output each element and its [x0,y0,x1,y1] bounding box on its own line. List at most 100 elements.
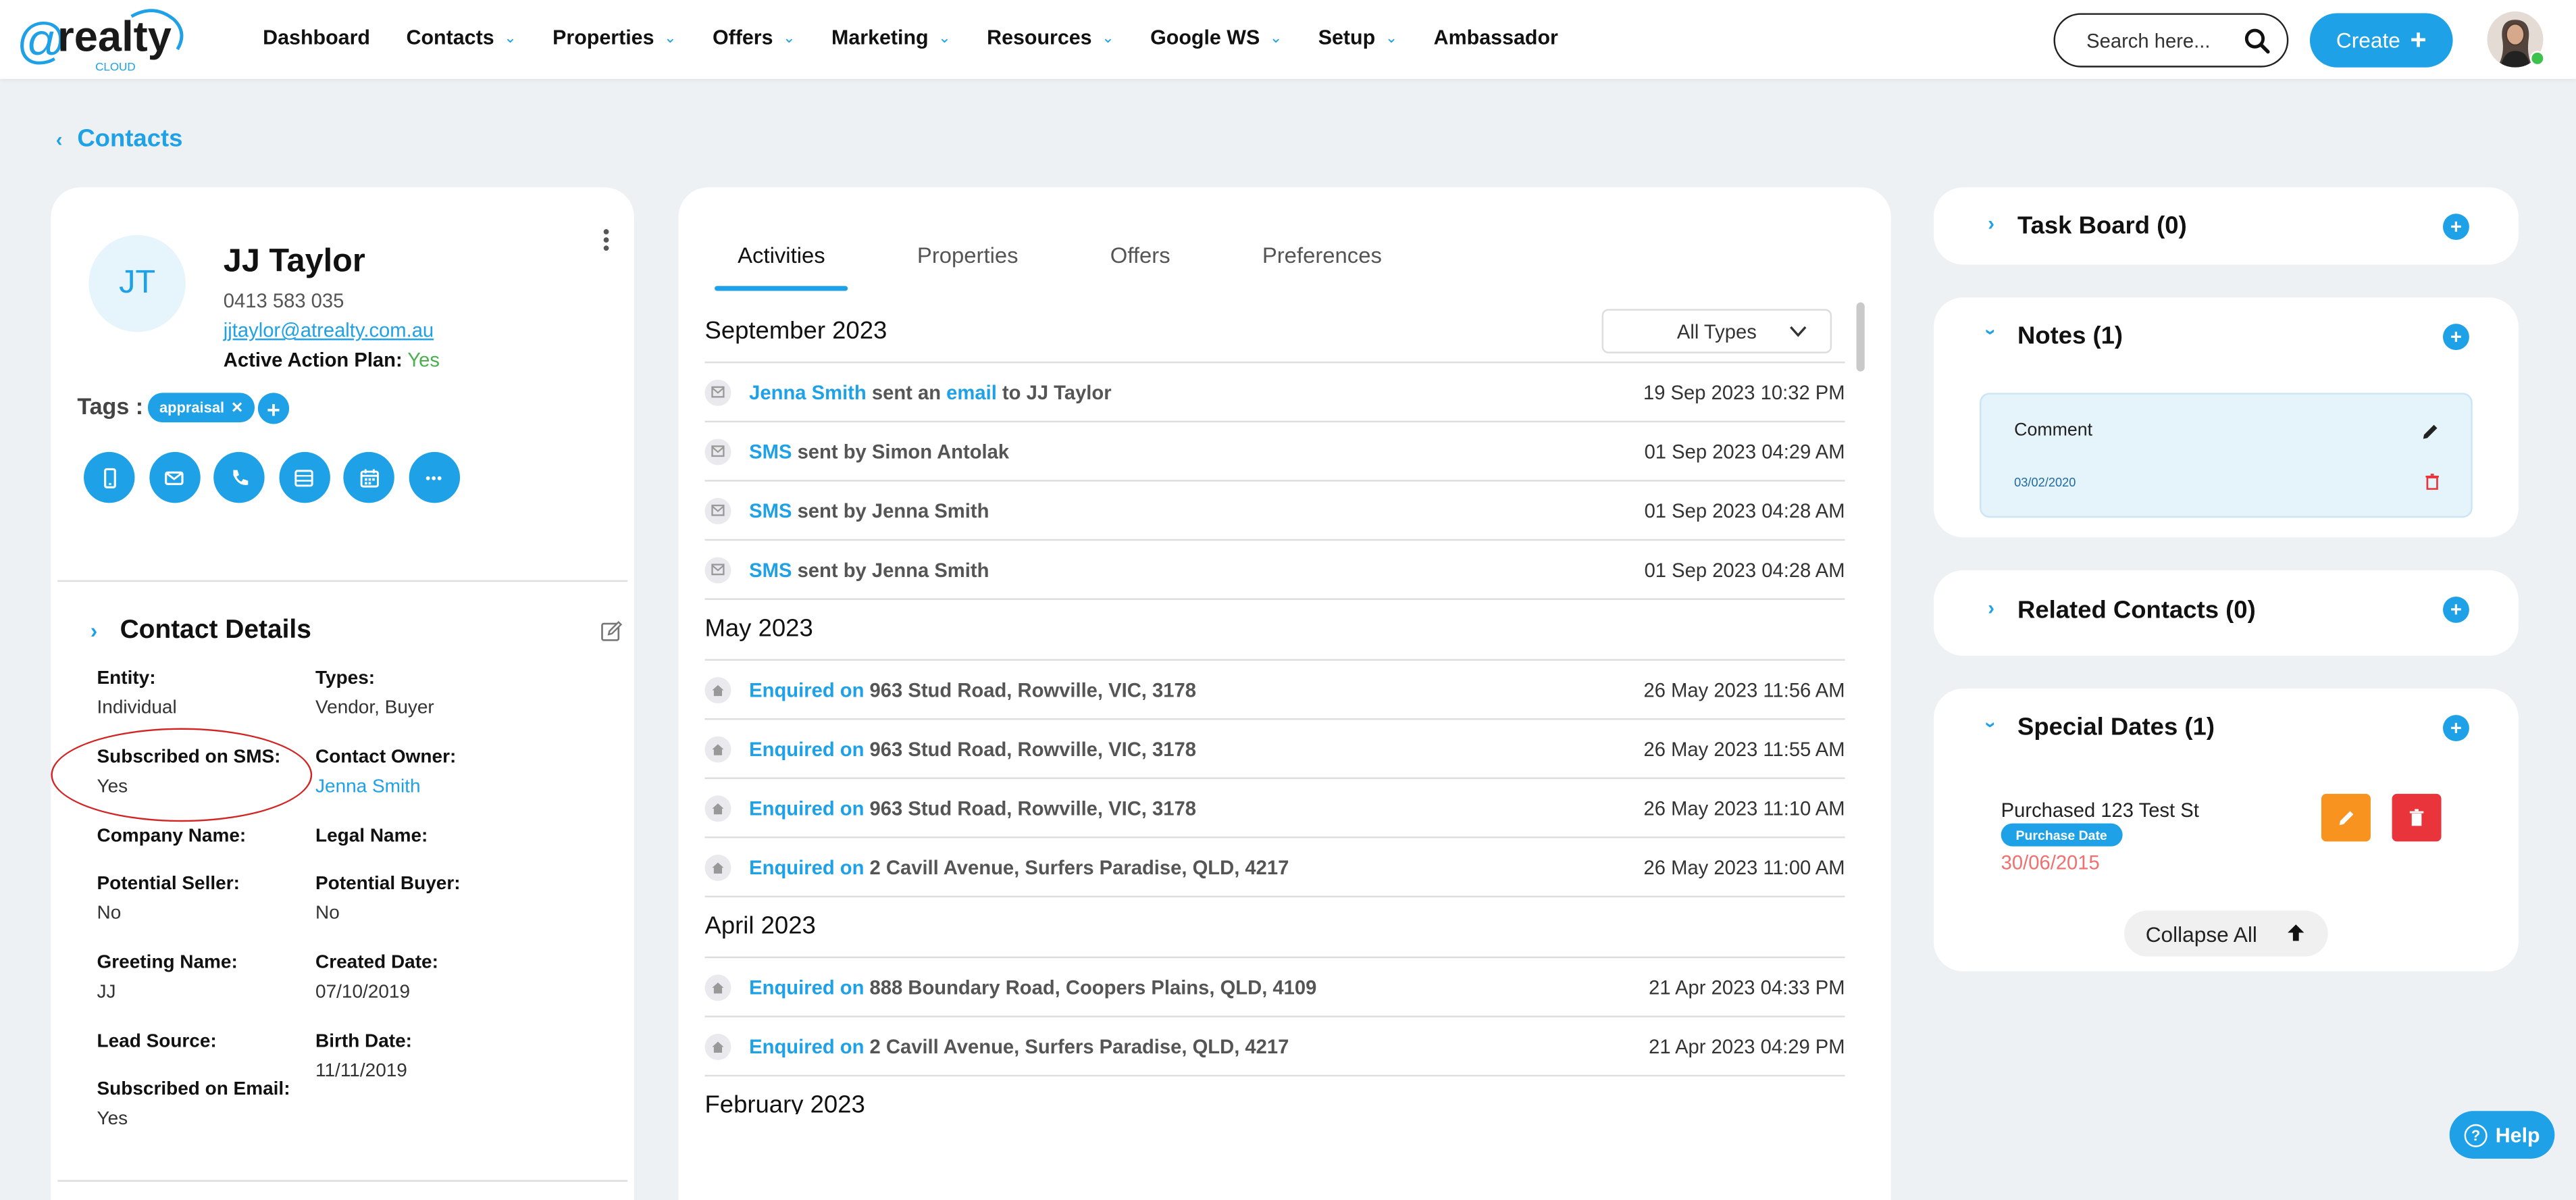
trash-icon[interactable] [2425,474,2440,490]
special-date-value: 30/06/2015 [2001,851,2100,875]
nav-offers[interactable]: Offers ⌄ [713,26,796,49]
pencil-icon [2338,811,2353,826]
tab-preferences[interactable]: Preferences [1239,243,1405,291]
realty-logo[interactable]: @ realty CLOUD [16,7,187,76]
field-company-name: Company Name: [97,826,247,847]
add-related-contact-button[interactable]: + [2442,596,2469,623]
nav-ambassador[interactable]: Ambassador [1434,26,1558,49]
email-icon [704,497,731,524]
close-icon[interactable]: ✕ [231,399,243,417]
contact-initials-avatar: JT [88,234,186,332]
contact-email-link[interactable]: jjtaylor@atrealty.com.au [224,319,434,342]
contact-name: JJ Taylor [223,243,365,280]
tab-offers[interactable]: Offers [1087,243,1193,291]
chevron-down-icon[interactable]: › [1980,328,2003,335]
add-task-button[interactable]: + [2442,214,2469,241]
month-heading: May 2023 [704,614,813,643]
tab-properties[interactable]: Properties [894,243,1041,291]
plus-icon: + [2410,24,2427,55]
pencil-icon[interactable] [2421,422,2440,441]
activity-row[interactable]: Enquired on 963 Stud Road, Rowville, VIC… [704,777,1845,837]
collapse-all-button[interactable]: Collapse All [2124,910,2328,957]
contact-owner-link[interactable]: Jenna Smith [315,772,456,802]
note-item[interactable]: Comment 03/02/2020 [1980,393,2473,518]
activity-row[interactable]: SMS sent by Jenna Smith 01 Sep 2023 04:2… [704,539,1845,599]
add-special-date-button[interactable]: + [2442,715,2469,742]
email-icon[interactable] [149,451,200,503]
notes-title[interactable]: Notes (1) [2017,322,2123,350]
section-divider [57,580,628,582]
tab-activities[interactable]: Activities [715,243,849,291]
contact-quick-actions [84,451,473,503]
activity-card: Activities Properties Offers Preferences… [678,187,1891,1200]
nav-setup[interactable]: Setup ⌄ [1318,26,1397,49]
special-dates-title[interactable]: Special Dates (1) [2017,714,2215,741]
home-icon [704,676,731,703]
special-date-name: Purchased 123 Test St [2001,799,2199,822]
activity-row[interactable]: Enquired on 963 Stud Road, Rowville, VIC… [704,718,1845,778]
tags-label: Tags : [77,393,144,420]
related-contacts-title[interactable]: Related Contacts (0) [2017,597,2256,624]
svg-text:CLOUD: CLOUD [95,61,136,74]
help-button[interactable]: ? Help [2449,1111,2555,1159]
chevron-down-icon: ⌄ [664,28,677,45]
section-divider [57,1180,628,1182]
add-note-button[interactable]: + [2442,324,2469,351]
chevron-down-icon: ⌄ [938,28,951,45]
task-board-card: › Task Board (0) + [1933,187,2519,265]
field-birth-date: Birth Date: 11/11/2019 [315,1032,413,1082]
chevron-down-icon: ⌄ [1385,28,1398,45]
chevron-right-icon[interactable]: › [1988,212,1994,235]
chevron-down-icon [1790,326,1807,337]
question-icon: ? [2464,1123,2488,1147]
activity-tabs: Activities Properties Offers Preferences [715,243,1451,291]
nav-dashboard[interactable]: Dashboard [263,26,370,49]
activity-row[interactable]: Jenna Smith sent an email to JJ Taylor 1… [704,361,1845,421]
note-title: Comment [2014,420,2093,441]
field-entity: Entity: Individual [97,668,177,718]
email-icon [704,556,731,583]
calendar-icon[interactable] [343,451,394,503]
chevron-right-icon[interactable]: › [1988,597,1994,620]
scrollbar-thumb[interactable] [1856,302,1865,372]
active-action-plan: Active Action Plan: Yes [223,348,440,372]
tag-chip[interactable]: appraisal ✕ [147,393,255,423]
top-navbar: @ realty CLOUD Dashboard Contacts ⌄ Prope… [0,0,2576,79]
nav-contacts[interactable]: Contacts ⌄ [407,26,517,49]
activity-type-filter[interactable]: All Types [1601,309,1832,353]
mobile-icon[interactable] [84,451,135,503]
create-button[interactable]: Create + [2309,13,2453,68]
nav-marketing[interactable]: Marketing ⌄ [831,26,951,49]
chevron-down-icon: ⌄ [1102,28,1114,45]
task-board-title[interactable]: Task Board (0) [2017,212,2187,240]
list-icon[interactable] [278,451,330,503]
main-menu: Dashboard Contacts ⌄ Properties ⌄ Offers ⌄ … [263,0,1594,76]
activity-row[interactable]: SMS sent by Simon Antolak 01 Sep 2023 04… [704,420,1845,480]
chevron-down-icon[interactable]: › [1980,722,2003,728]
field-legal-name: Legal Name: [315,826,428,847]
activity-row[interactable]: Enquired on 2 Cavill Avenue, Surfers Par… [704,1016,1845,1075]
edit-icon[interactable] [600,620,623,643]
more-icon[interactable] [408,451,459,503]
activity-row[interactable]: Enquired on 2 Cavill Avenue, Surfers Par… [704,836,1845,896]
nav-resources[interactable]: Resources ⌄ [987,26,1114,49]
arrow-up-icon [2288,924,2304,941]
nav-google-ws[interactable]: Google WS ⌄ [1150,26,1282,49]
chevron-right-icon[interactable]: › [91,618,98,643]
row-divider [704,895,1845,898]
nav-properties[interactable]: Properties ⌄ [552,26,676,49]
activity-row[interactable]: Enquired on 888 Boundary Road, Coopers P… [704,956,1845,1016]
activity-row[interactable]: Enquired on 963 Stud Road, Rowville, VIC… [704,659,1845,718]
activity-row[interactable]: SMS sent by Jenna Smith 01 Sep 2023 04:2… [704,480,1845,539]
chevron-left-icon: ‹ [55,127,63,151]
breadcrumb-back[interactable]: ‹ Contacts [56,125,183,153]
search-icon[interactable] [2244,27,2271,53]
delete-special-date-button[interactable] [2392,793,2442,842]
add-tag-button[interactable]: + [257,393,290,424]
field-subscribed-email: Subscribed on Email: Yes [97,1080,290,1130]
edit-special-date-button[interactable] [2321,793,2371,842]
phone-icon[interactable] [213,451,265,503]
more-vertical-icon[interactable] [598,227,614,253]
row-divider [704,1074,1845,1077]
search-input[interactable]: Search here... [2053,13,2289,68]
